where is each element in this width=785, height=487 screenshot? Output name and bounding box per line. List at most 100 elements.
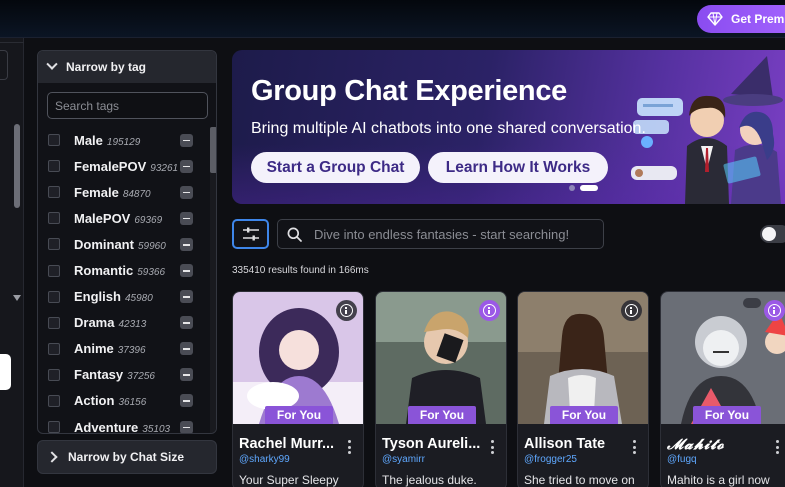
exclude-tag-button[interactable] (180, 420, 193, 433)
group-chat-banner[interactable]: Group Chat Experience Bring multiple AI … (232, 50, 785, 204)
tag-name: Action (74, 393, 115, 409)
banner-subtitle: Bring multiple AI chatbots into one shar… (251, 120, 646, 137)
tag-checkbox[interactable] (48, 264, 60, 277)
tag-count: 35103 (142, 423, 171, 434)
tag-row[interactable]: English 45980 (38, 284, 210, 310)
learn-how-it-works-button[interactable]: Learn How It Works (428, 152, 608, 183)
carousel-dot[interactable] (569, 185, 575, 191)
tag-checkbox[interactable] (48, 212, 60, 225)
tag-checkbox[interactable] (48, 368, 60, 381)
tag-checkbox[interactable] (48, 238, 60, 251)
tag-label: FemalePOV 93261 (74, 159, 178, 174)
filters-button[interactable] (232, 219, 269, 249)
character-card[interactable]: For You Rachel Murr... @sharky99 Your Super… (232, 291, 364, 487)
tag-row[interactable]: Male 195129 (38, 127, 210, 153)
toggle-switch[interactable] (760, 225, 785, 243)
sliders-icon (242, 227, 259, 241)
tag-row[interactable]: Action 36156 (38, 388, 210, 414)
character-search-input[interactable] (314, 221, 599, 247)
tag-name: Dominant (74, 236, 134, 252)
glasses-icon (743, 298, 761, 308)
chat-size-filter-header[interactable]: Narrow by Chat Size (37, 440, 217, 474)
tag-row[interactable]: Anime 37396 (38, 336, 210, 362)
exclude-tag-button[interactable] (180, 264, 193, 278)
tag-row[interactable]: Dominant 59960 (38, 231, 210, 257)
exclude-tag-button[interactable] (180, 368, 193, 382)
results-count: 335410 results found in 166ms (232, 265, 369, 276)
tag-name: Fantasy (74, 367, 124, 383)
sidebar-toggle-handle[interactable] (0, 354, 11, 390)
tag-count: 42313 (118, 319, 147, 331)
carousel-dot-active[interactable] (580, 185, 598, 191)
for-you-badge: For You (550, 406, 618, 424)
tag-search-input[interactable] (47, 92, 208, 119)
scroll-down-arrow-icon[interactable] (13, 295, 21, 301)
tag-checkbox[interactable] (48, 421, 60, 433)
tag-checkbox[interactable] (48, 342, 60, 355)
tag-count: 59366 (137, 267, 166, 279)
sidebar-divider (0, 42, 24, 43)
info-icon[interactable] (764, 300, 785, 321)
chevron-down-icon (46, 58, 58, 70)
get-premium-label: Get Premium (731, 12, 785, 26)
tag-label: English 45980 (74, 289, 153, 304)
tag-label: Dominant 59960 (74, 237, 166, 252)
character-name[interactable]: Tyson Aureli... (382, 436, 486, 452)
tag-row[interactable]: MalePOV 69369 (38, 205, 210, 231)
character-card[interactable]: For You Tyson Aureli... @syamirr The jealou… (375, 291, 507, 487)
tag-name: FemalePOV (74, 158, 147, 174)
tag-checkbox[interactable] (48, 186, 60, 199)
diamond-icon (707, 12, 723, 26)
for-you-badge: For You (693, 406, 761, 424)
tag-checkbox[interactable] (48, 134, 60, 147)
tag-row[interactable]: Drama 42313 (38, 310, 210, 336)
tag-checkbox[interactable] (48, 394, 60, 407)
exclude-tag-button[interactable] (180, 342, 193, 356)
exclude-tag-button[interactable] (180, 133, 193, 147)
exclude-tag-button[interactable] (180, 290, 193, 304)
creator-handle[interactable]: @sharky99 (239, 454, 290, 465)
tag-checkbox[interactable] (48, 160, 60, 173)
character-name[interactable]: Rachel Murr... (239, 436, 343, 452)
more-options-icon[interactable] (491, 440, 495, 456)
info-icon[interactable] (621, 300, 642, 321)
tag-name: Romantic (74, 263, 134, 279)
search-icon (287, 227, 302, 242)
sidebar-collapsed-tab[interactable] (0, 50, 8, 80)
tag-label: Adventure 35103 (74, 420, 171, 434)
sidebar-scrollbar[interactable] (14, 124, 20, 208)
tag-list-scrollbar-thumb[interactable] (210, 127, 216, 173)
tag-filter-header[interactable]: Narrow by tag (38, 51, 216, 83)
info-icon[interactable] (479, 300, 500, 321)
creator-handle[interactable]: @syamirr (382, 454, 425, 465)
info-icon[interactable] (336, 300, 357, 321)
character-card[interactable]: For You 𝓜𝓪𝓱𝓲𝓽𝓸 @fugq Mahito is a girl now (660, 291, 785, 487)
creator-handle[interactable]: @frogger25 (524, 454, 577, 465)
exclude-tag-button[interactable] (180, 159, 193, 173)
get-premium-button[interactable]: Get Premium (697, 5, 785, 33)
tag-row[interactable]: FemalePOV 93261 (38, 153, 210, 179)
tag-row[interactable]: Adventure 35103 (38, 414, 210, 434)
banner-title: Group Chat Experience (251, 75, 567, 107)
character-name[interactable]: 𝓜𝓪𝓱𝓲𝓽𝓸 (667, 436, 771, 453)
start-group-chat-button[interactable]: Start a Group Chat (251, 152, 420, 183)
tag-checkbox[interactable] (48, 290, 60, 303)
tag-checkbox[interactable] (48, 316, 60, 329)
creator-handle[interactable]: @fugq (667, 454, 697, 465)
exclude-tag-button[interactable] (180, 394, 193, 408)
more-options-icon[interactable] (633, 440, 637, 456)
tag-row[interactable]: Romantic 59366 (38, 257, 210, 283)
more-options-icon[interactable] (776, 440, 780, 456)
exclude-tag-button[interactable] (180, 211, 193, 225)
more-options-icon[interactable] (348, 440, 352, 456)
exclude-tag-button[interactable] (180, 185, 193, 199)
tag-row[interactable]: Female 84870 (38, 179, 210, 205)
chevron-right-icon (46, 451, 58, 463)
exclude-tag-button[interactable] (180, 237, 193, 251)
character-name[interactable]: Allison Tate (524, 436, 628, 452)
tag-count: 37396 (117, 345, 146, 357)
character-description: She tried to move on (524, 473, 635, 487)
character-card[interactable]: For You Allison Tate @frogger25 She tried t… (517, 291, 649, 487)
exclude-tag-button[interactable] (180, 316, 193, 330)
tag-row[interactable]: Fantasy 37256 (38, 362, 210, 388)
